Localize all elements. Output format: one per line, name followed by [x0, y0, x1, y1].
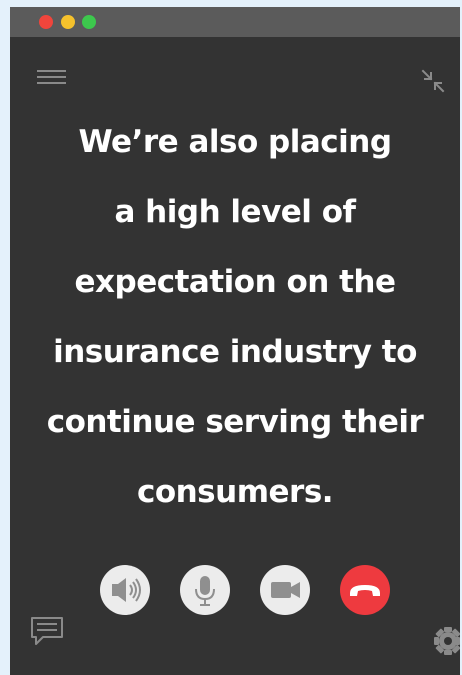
chat-icon[interactable] [30, 616, 64, 646]
title-bar [10, 7, 460, 37]
minimize-window-button[interactable] [61, 15, 75, 29]
video-camera-button[interactable] [260, 565, 310, 615]
caption-line: a high level of [114, 194, 356, 230]
caption-line: insurance industry to [53, 334, 417, 370]
microphone-button[interactable] [180, 565, 230, 615]
caption-line: expectation on the [74, 264, 396, 300]
call-window: We’re also placing a high level of expec… [10, 7, 460, 675]
caption-text: We’re also placing a high level of expec… [10, 107, 460, 527]
hang-up-button[interactable] [340, 565, 390, 615]
caption-line: consumers. [136, 474, 334, 510]
speaker-button[interactable] [100, 565, 150, 615]
gear-icon[interactable] [434, 626, 460, 656]
speaker-icon [112, 578, 141, 602]
phone-hangup-icon [350, 585, 380, 596]
collapse-icon[interactable] [421, 69, 445, 93]
caption-line: We’re also placing [78, 124, 392, 160]
menu-icon[interactable] [37, 70, 66, 84]
video-camera-icon [271, 582, 300, 598]
close-window-button[interactable] [39, 15, 53, 29]
caption-line: continue serving their [46, 404, 424, 440]
microphone-icon [195, 576, 215, 606]
zoom-window-button[interactable] [82, 15, 96, 29]
